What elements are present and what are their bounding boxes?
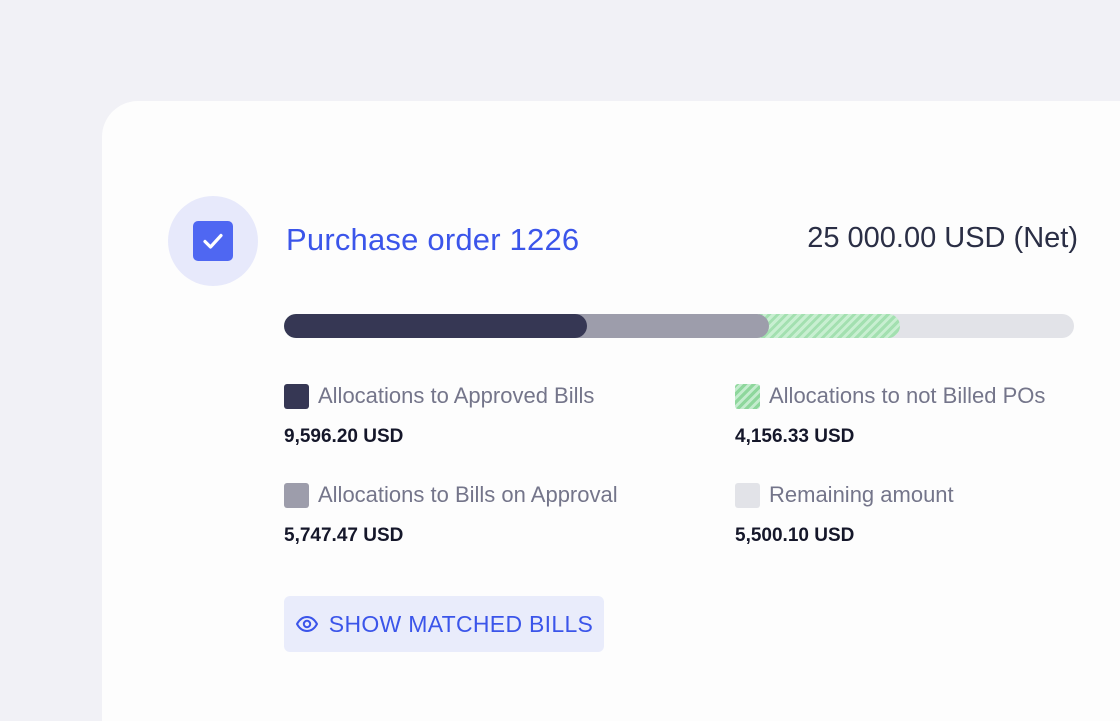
eye-icon: [295, 612, 319, 636]
bar-segment-approved-bills: [284, 314, 588, 338]
checkmark-icon: [203, 233, 223, 249]
legend-approved-bills: Allocations to Approved Bills 9,596.20 U…: [284, 383, 594, 448]
show-matched-bills-label: SHOW MATCHED BILLS: [328, 610, 594, 637]
legend-swatch-remaining: [735, 482, 760, 508]
show-matched-bills-button[interactable]: SHOW MATCHED BILLS: [284, 596, 604, 652]
legend-remaining-amount: Remaining amount 5,500.10 USD: [735, 482, 954, 547]
allocation-progress-bar: [284, 314, 1074, 338]
legend-swatch-approved: [284, 383, 309, 409]
po-net-amount: 25 000.00 USD (Net): [807, 222, 1078, 254]
legend-value: 5,500.10 USD: [735, 525, 855, 546]
legend-bills-on-approval: Allocations to Bills on Approval 5,747.4…: [284, 482, 618, 547]
legend-value: 5,747.47 USD: [284, 525, 404, 546]
legend-label: Remaining amount: [769, 482, 954, 507]
legend-label: Allocations to not Billed POs: [769, 383, 1046, 408]
legend-label: Allocations to Bills on Approval: [318, 482, 618, 507]
legend-swatch-not-billed: [735, 383, 760, 409]
legend-not-billed-pos: Allocations to not Billed POs 4,156.33 U…: [735, 383, 1045, 448]
legend-value: 4,156.33 USD: [735, 426, 855, 447]
po-checkbox-badge: [168, 196, 258, 286]
legend-value: 9,596.20 USD: [284, 426, 404, 447]
po-checkbox[interactable]: [193, 221, 233, 261]
po-title[interactable]: Purchase order 1226: [286, 222, 579, 258]
legend-swatch-on-approval: [284, 482, 309, 508]
legend-label: Allocations to Approved Bills: [318, 383, 595, 408]
